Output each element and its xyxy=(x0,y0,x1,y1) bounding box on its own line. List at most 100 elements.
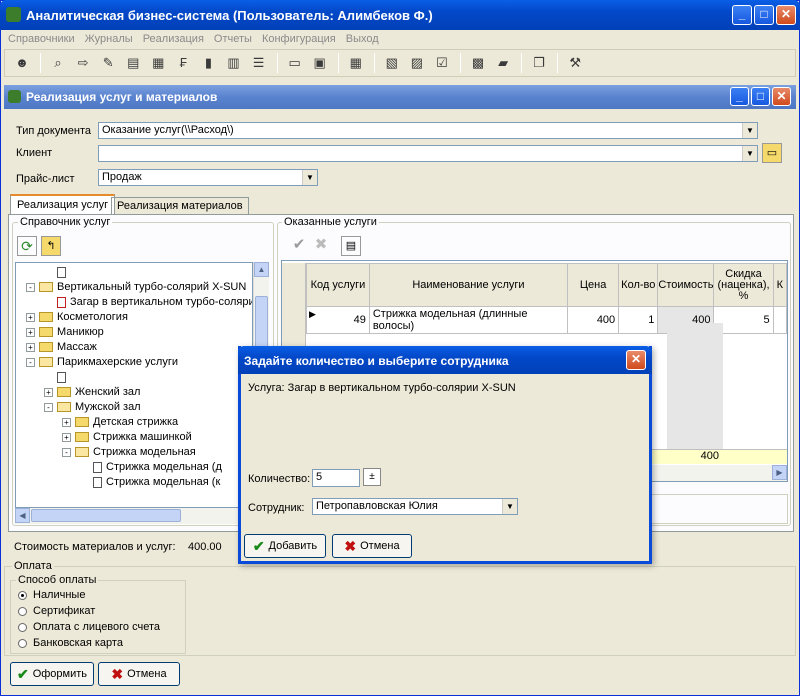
dialog-titlebar[interactable]: Задайте количество и выберите сотрудника… xyxy=(238,346,652,374)
tab-services[interactable]: Реализация услуг xyxy=(10,194,116,214)
col-extra[interactable]: К xyxy=(777,279,783,291)
maximize-button[interactable]: □ xyxy=(754,5,774,25)
services-tree[interactable]: - Вертикальный турбо-солярий X-SUN Загар в… xyxy=(15,262,253,508)
menu-item[interactable]: Выход xyxy=(346,33,379,45)
child-titlebar[interactable]: Реализация услуг и материалов _ □ ✕ xyxy=(4,85,796,109)
tree-item[interactable]: - Парикмахерские услуги xyxy=(16,355,252,370)
tree-item[interactable]: + Маникюр xyxy=(16,325,252,340)
expander-icon[interactable]: + xyxy=(26,342,35,352)
folder-up-button[interactable]: ↰ xyxy=(41,236,61,256)
checklist-icon[interactable]: ☑ xyxy=(433,54,451,72)
currency-icon[interactable]: ₣ xyxy=(174,54,192,72)
expander-icon[interactable]: - xyxy=(26,357,35,367)
menu-item[interactable]: Отчеты xyxy=(214,33,252,45)
grid-icon[interactable]: ▦ xyxy=(347,54,365,72)
main-titlebar[interactable]: Аналитическая бизнес-система (Пользовате… xyxy=(0,0,800,30)
list-icon[interactable]: ☰ xyxy=(250,54,268,72)
dialog-close-button[interactable]: ✕ xyxy=(626,350,646,370)
tab-materials[interactable]: Реализация материалов xyxy=(111,197,249,214)
window-icon[interactable]: ▭ xyxy=(286,54,304,72)
tree-item[interactable]: + Стрижка машинкой xyxy=(16,430,252,445)
search-icon[interactable]: ⌕ xyxy=(49,54,67,72)
car-icon[interactable]: ⇨ xyxy=(74,54,92,72)
cards-icon[interactable]: ▤ xyxy=(124,54,142,72)
menu-item[interactable]: Справочники xyxy=(8,33,75,45)
table-icon[interactable]: ▦ xyxy=(149,54,167,72)
child-minimize-button[interactable]: _ xyxy=(730,87,749,106)
tree-item[interactable]: + Косметология xyxy=(16,310,252,325)
expander-icon[interactable]: - xyxy=(26,282,35,292)
dialog-cancel-button[interactable]: ✖ Отмена xyxy=(332,534,412,558)
payment-option[interactable]: Наличные xyxy=(18,589,160,605)
payment-option[interactable]: Оплата с лицевого счета xyxy=(18,621,160,637)
col-price[interactable]: Цена xyxy=(580,279,606,291)
scroll-right-icon[interactable]: ▶ xyxy=(772,465,787,480)
expander-icon[interactable]: + xyxy=(44,387,53,397)
menu-item[interactable]: Реализация xyxy=(143,33,204,45)
payment-option[interactable]: Сертификат xyxy=(18,605,160,621)
price-list-select[interactable]: Продаж ▼ xyxy=(98,169,318,186)
pencil-icon[interactable]: ✎ xyxy=(99,54,117,72)
tree-item[interactable]: + Детская стрижка xyxy=(16,415,252,430)
tree-item[interactable] xyxy=(16,370,252,385)
tree-item[interactable]: Загар в вертикальном турбо-солярии xyxy=(16,295,252,310)
col-qty[interactable]: Кол-во xyxy=(621,279,655,291)
expander-icon[interactable]: - xyxy=(44,402,53,412)
paste-button[interactable]: ▤ xyxy=(341,236,361,256)
submit-button[interactable]: ✔ Оформить xyxy=(10,662,94,686)
child-close-button[interactable]: ✕ xyxy=(772,87,791,106)
client-select[interactable]: ▼ xyxy=(98,145,758,162)
tree-item[interactable]: - Вертикальный турбо-солярий X-SUN xyxy=(16,280,252,295)
report-icon[interactable]: ▧ xyxy=(383,54,401,72)
col-cost[interactable]: Стоимость xyxy=(658,279,713,291)
refresh-button[interactable]: ⟳ xyxy=(17,236,37,256)
chevron-down-icon[interactable]: ▼ xyxy=(742,146,757,161)
expander-icon[interactable]: + xyxy=(62,417,71,427)
scroll-up-icon[interactable]: ▲ xyxy=(254,262,269,277)
users-icon[interactable]: ☻ xyxy=(13,54,31,72)
tree-item[interactable]: - Стрижка модельная xyxy=(16,445,252,460)
qty-input[interactable]: 5 xyxy=(312,469,360,487)
doc-type-select[interactable]: Оказание услуг(\\Расход\) ▼ xyxy=(98,122,758,139)
radio-icon[interactable] xyxy=(18,622,27,632)
tree-hscroll-thumb[interactable] xyxy=(31,509,181,522)
expander-icon[interactable]: - xyxy=(62,447,71,457)
scroll-left-icon[interactable]: ◀ xyxy=(15,508,30,523)
col-discount[interactable]: Скидка (наценка), % xyxy=(717,268,769,302)
radio-icon[interactable] xyxy=(18,590,27,600)
tree-item[interactable]: + Женский зал xyxy=(16,385,252,400)
tree-hscroll[interactable]: ◀ xyxy=(15,508,269,524)
col-name[interactable]: Наименование услуги xyxy=(412,279,524,291)
menu-item[interactable]: Конфигурация xyxy=(262,33,336,45)
documents-icon[interactable]: ❐ xyxy=(530,54,548,72)
tree-item[interactable]: Стрижка модельная (к xyxy=(16,475,252,490)
radio-icon[interactable] xyxy=(18,638,27,648)
report2-icon[interactable]: ▨ xyxy=(408,54,426,72)
tree-item[interactable]: Стрижка модельная (д xyxy=(16,460,252,475)
expander-icon[interactable]: + xyxy=(26,312,35,322)
client-browse-button[interactable]: ▭ xyxy=(762,143,782,163)
open-folder-icon[interactable]: ▰ xyxy=(494,54,512,72)
employee-select[interactable]: Петропавловская Юлия ▼ xyxy=(312,498,518,515)
cancel-button[interactable]: ✖ Отмена xyxy=(98,662,180,686)
tools-icon[interactable]: ⚒ xyxy=(566,54,584,72)
delete-icon[interactable]: ✖ xyxy=(311,235,331,255)
expander-icon[interactable]: + xyxy=(26,327,35,337)
tree-item[interactable]: + Массаж xyxy=(16,340,252,355)
expander-icon[interactable]: + xyxy=(62,432,71,442)
tree-item[interactable] xyxy=(16,265,252,280)
menu-item[interactable]: Журналы xyxy=(85,33,133,45)
window2-icon[interactable]: ▣ xyxy=(311,54,329,72)
col-code[interactable]: Код услуги xyxy=(311,279,366,291)
chevron-down-icon[interactable]: ▼ xyxy=(742,123,757,138)
close-button[interactable]: ✕ xyxy=(776,5,796,25)
tree-item[interactable]: - Мужской зал xyxy=(16,400,252,415)
payment-option[interactable]: Банковская карта xyxy=(18,637,160,653)
stamp-icon[interactable]: ▮ xyxy=(199,54,217,72)
calendar-icon[interactable]: ▩ xyxy=(469,54,487,72)
dialog-add-button[interactable]: ✔ Добавить xyxy=(244,534,326,558)
chevron-down-icon[interactable]: ▼ xyxy=(302,170,317,185)
chevron-down-icon[interactable]: ▼ xyxy=(502,499,517,514)
calculator-button[interactable]: ± xyxy=(363,468,381,486)
chart-icon[interactable]: ▥ xyxy=(225,54,243,72)
